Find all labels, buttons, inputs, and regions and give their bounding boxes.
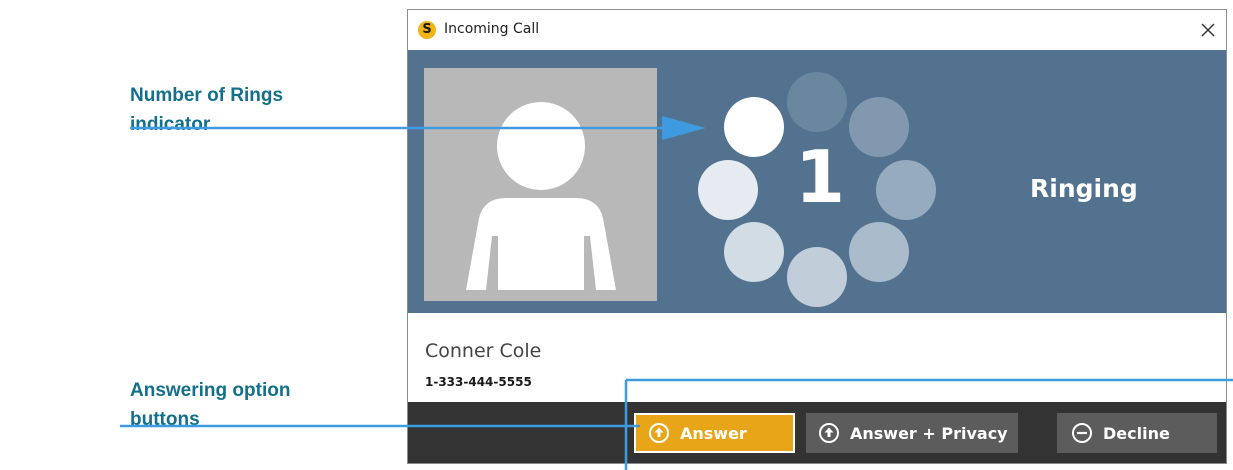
person-silhouette-icon [466,102,616,290]
rings-indicator: 1 [690,62,950,307]
ring-count: 1 [794,135,846,219]
answer-privacy-arrow-icon [818,422,840,444]
window-title: Incoming Call [444,21,540,37]
caller-avatar [424,68,657,301]
answer-button[interactable]: Answer [634,413,795,453]
caller-number: 1-333-444-5555 [425,375,532,389]
decline-minus-icon [1071,422,1093,444]
answer-arrow-icon [648,422,670,444]
answering-buttons-callout: Answering option buttons [130,376,290,434]
sorenson-logo-icon: S [418,21,436,39]
caller-name: Conner Cole [425,340,542,362]
close-button[interactable] [1190,10,1226,50]
answer-privacy-button[interactable]: Answer + Privacy [806,413,1018,453]
decline-label: Decline [1103,423,1170,443]
call-status: Ringing [1030,174,1138,203]
buttons-callout-line-1: Answering option [130,380,291,401]
buttons-callout-line-2: buttons [130,409,200,430]
incoming-call-window: S Incoming Call 1 Ringing Conner Cole 1-… [407,9,1227,464]
decline-button[interactable]: Decline [1057,413,1217,453]
rings-indicator-callout: Number of Rings indicator [130,81,283,139]
title-bar: S Incoming Call [408,10,1226,50]
answer-options-bar: Answer Answer + Privacy Decline [408,402,1226,463]
answer-privacy-label: Answer + Privacy [850,423,1008,443]
ring-dot-6 [787,247,847,307]
call-banner: 1 Ringing [408,50,1226,313]
rings-callout-line-2: indicator [130,114,211,135]
answer-label: Answer [680,423,747,443]
rings-callout-line-1: Number of Rings [130,85,284,106]
close-icon [1201,23,1215,37]
